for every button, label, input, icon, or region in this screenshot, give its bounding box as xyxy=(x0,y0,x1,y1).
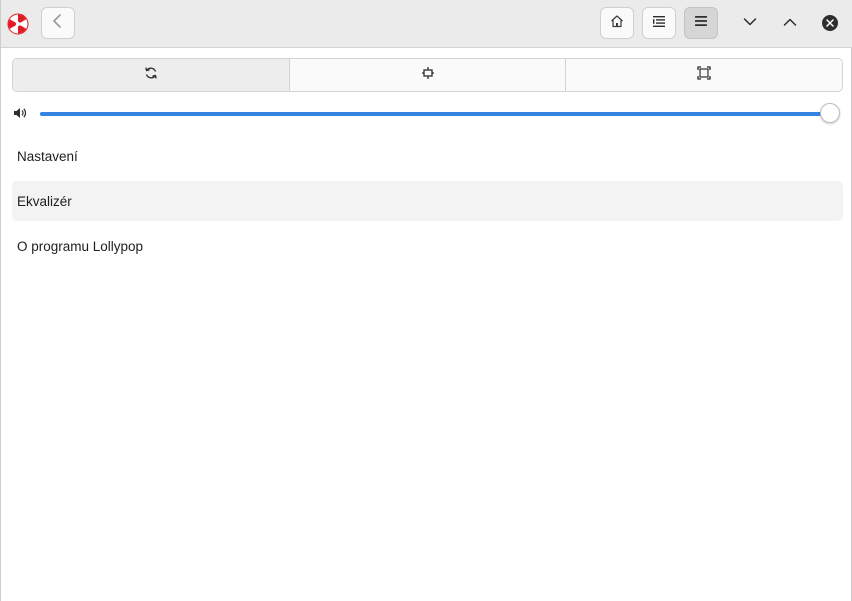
chevron-down-icon xyxy=(743,14,757,32)
volume-slider-handle[interactable] xyxy=(820,103,840,123)
chevron-up-icon xyxy=(783,14,797,32)
menu-item-equalizer[interactable]: Ekvalizér xyxy=(12,181,843,221)
menu-item-about[interactable]: O programu Lollypop xyxy=(12,226,843,266)
mini-player-icon xyxy=(421,66,435,85)
volume-high-icon xyxy=(13,106,27,120)
volume-slider[interactable] xyxy=(40,103,840,123)
home-button[interactable] xyxy=(600,7,634,39)
tab-fullscreen[interactable] xyxy=(566,59,842,91)
lollypop-logo-icon xyxy=(7,13,29,35)
maximize-button[interactable] xyxy=(776,9,804,37)
lollypop-window: Nastavení Ekvalizér O programu Lollypop xyxy=(0,0,852,601)
volume-slider-fill xyxy=(40,112,830,116)
list-view-button[interactable] xyxy=(642,7,676,39)
fullscreen-icon xyxy=(697,65,711,85)
minimize-button[interactable] xyxy=(736,9,764,37)
header-bar xyxy=(1,0,852,48)
home-icon xyxy=(610,14,624,33)
tab-sync[interactable] xyxy=(13,59,290,91)
close-icon xyxy=(822,15,838,31)
mode-tab-bar xyxy=(12,58,843,92)
back-button[interactable] xyxy=(41,7,75,39)
close-button[interactable] xyxy=(816,9,844,37)
sync-icon xyxy=(144,66,158,85)
list-view-icon xyxy=(652,14,666,33)
tab-mini-player[interactable] xyxy=(289,59,567,91)
main-menu-list: Nastavení Ekvalizér O programu Lollypop xyxy=(12,136,843,271)
go-back-icon xyxy=(52,13,64,33)
main-menu-button[interactable] xyxy=(684,7,718,39)
menu-item-label: O programu Lollypop xyxy=(17,238,144,254)
menu-item-label: Nastavení xyxy=(17,148,78,164)
menu-item-settings[interactable]: Nastavení xyxy=(12,136,843,176)
menu-item-label: Ekvalizér xyxy=(17,193,72,209)
hamburger-menu-icon xyxy=(694,14,708,32)
